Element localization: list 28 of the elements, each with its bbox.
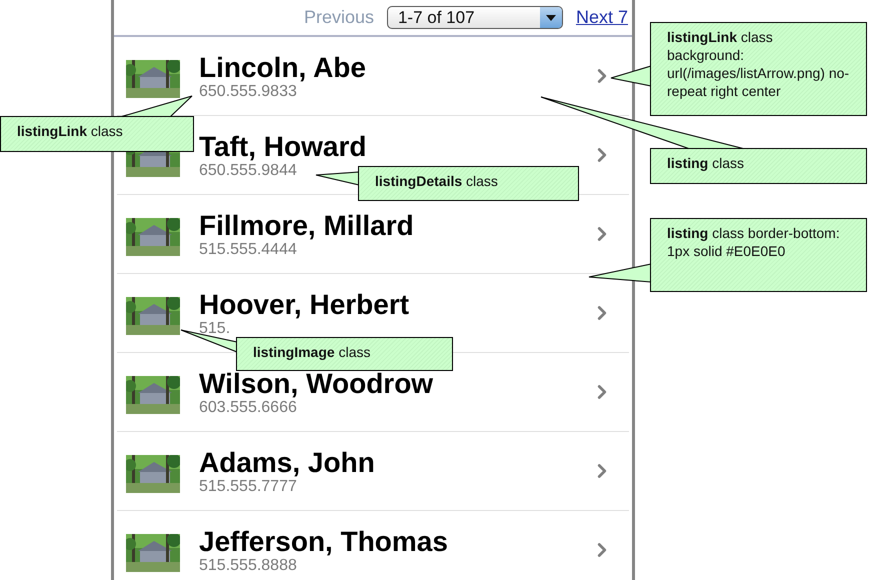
listing-phone: 515.555.8888 bbox=[199, 556, 297, 574]
callout-pointer bbox=[316, 171, 360, 186]
listing-phone: 603.555.6666 bbox=[199, 398, 297, 416]
annotation-callout: listingDetails class bbox=[358, 166, 579, 201]
listing-phone: 515. bbox=[199, 320, 230, 336]
listing-phone: 515.555.7777 bbox=[199, 478, 297, 494]
listing-row[interactable]: Adams, John 515.555.7777 bbox=[117, 432, 629, 511]
caret-icon bbox=[546, 14, 556, 20]
listing-name: Jefferson, Thomas bbox=[199, 526, 448, 556]
listing-name: Lincoln, Abe bbox=[199, 52, 366, 82]
page-select[interactable]: 1-7 of 107 bbox=[386, 6, 563, 29]
listing-name: Fillmore, Millard bbox=[199, 210, 414, 240]
listing-row[interactable]: Jefferson, Thomas 515.555.8888 bbox=[117, 511, 629, 580]
listing-phone: 515.555.4444 bbox=[199, 240, 297, 258]
annotation-callout: listing class border-bottom: 1px solid #E0E0E0 bbox=[650, 218, 867, 292]
listing-name: Wilson, Woodrow bbox=[199, 368, 434, 398]
listing-phone: 650.555.9833 bbox=[199, 82, 297, 100]
listing-phone: 650.555.9844 bbox=[199, 162, 297, 178]
callout-pointer bbox=[610, 65, 652, 87]
next-link[interactable]: Next 7 bbox=[576, 7, 628, 28]
listing-name: Taft, Howard bbox=[199, 132, 366, 162]
annotation-callout: listingLink class background: url(/images/listArrow.png) no-repeat right center bbox=[650, 22, 867, 116]
annotation-callout: listingLink class bbox=[0, 116, 194, 152]
listing-name: Adams, John bbox=[199, 448, 375, 478]
annotation-callout: listing class bbox=[650, 148, 867, 184]
listing-name: Hoover, Herbert bbox=[199, 290, 410, 320]
annotation-callout: listingImage class bbox=[236, 337, 453, 371]
callout-pointer bbox=[588, 263, 652, 283]
